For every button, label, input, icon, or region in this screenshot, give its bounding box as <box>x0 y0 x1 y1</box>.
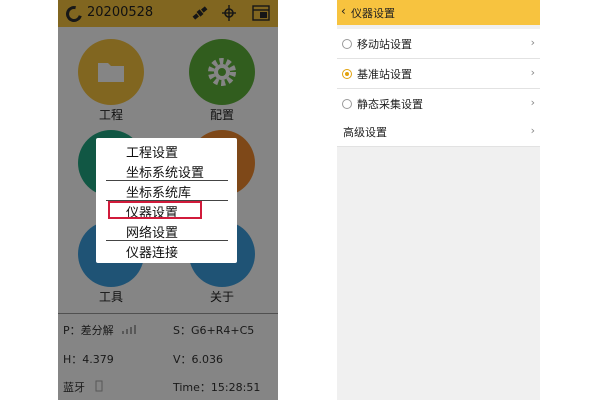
phone-main-screen: 20200528 工程 配置 工具 关于 P：差分解 S：G6+R4+C5 H：… <box>58 0 278 400</box>
chevron-right-icon: › <box>530 96 535 109</box>
menu-item-coordinate-settings[interactable]: 坐标系统设置 <box>96 161 237 181</box>
page-title: 仪器设置 <box>351 7 395 20</box>
back-arrow-icon[interactable]: ‹ <box>341 4 346 18</box>
option-base-settings[interactable]: 基准站设置 › <box>337 59 540 88</box>
chevron-right-icon: › <box>530 36 535 49</box>
settings-header: ‹ 仪器设置 <box>337 0 540 25</box>
radio-checked-icon[interactable] <box>342 69 352 79</box>
radio-unchecked-icon[interactable] <box>342 99 352 109</box>
chevron-right-icon: › <box>530 66 535 79</box>
menu-item-coordinate-library[interactable]: 坐标系统库 <box>96 181 237 201</box>
radio-unchecked-icon[interactable] <box>342 39 352 49</box>
option-rover-settings[interactable]: 移动站设置 › <box>337 29 540 58</box>
menu-item-project-settings[interactable]: 工程设置 <box>96 141 237 161</box>
phone-instrument-settings-screen: ‹ 仪器设置 移动站设置 › 基准站设置 › 静态采集设置 › 高级设置 › <box>337 0 540 400</box>
row-divider <box>337 146 540 147</box>
highlight-box <box>108 201 202 219</box>
option-static-settings[interactable]: 静态采集设置 › <box>337 89 540 118</box>
chevron-right-icon: › <box>530 124 535 137</box>
option-advanced-settings[interactable]: 高级设置 › <box>337 117 540 146</box>
menu-item-network-settings[interactable]: 网络设置 <box>96 221 237 241</box>
menu-item-instrument-connect[interactable]: 仪器连接 <box>96 241 237 261</box>
